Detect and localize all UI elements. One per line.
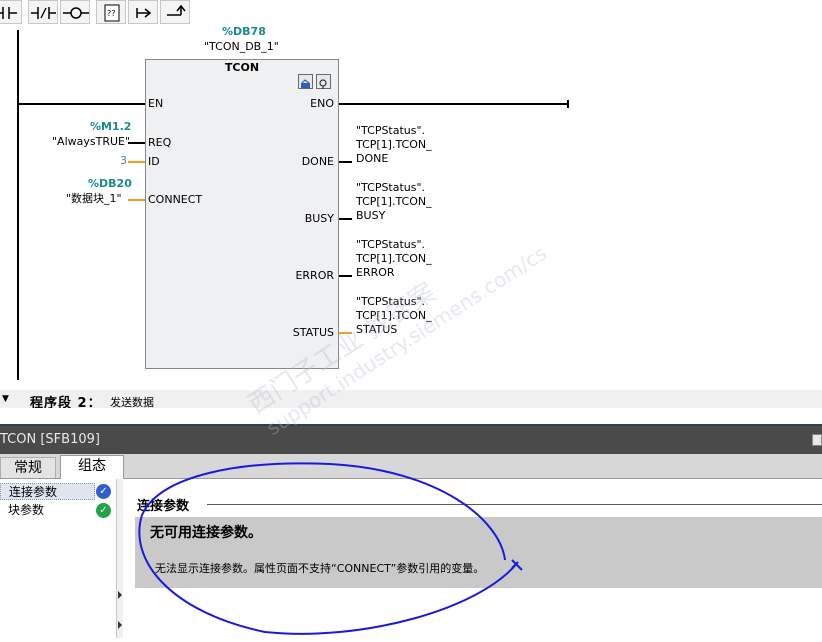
annotation-circle	[138, 462, 519, 635]
annotation-overlay	[138, 462, 523, 635]
